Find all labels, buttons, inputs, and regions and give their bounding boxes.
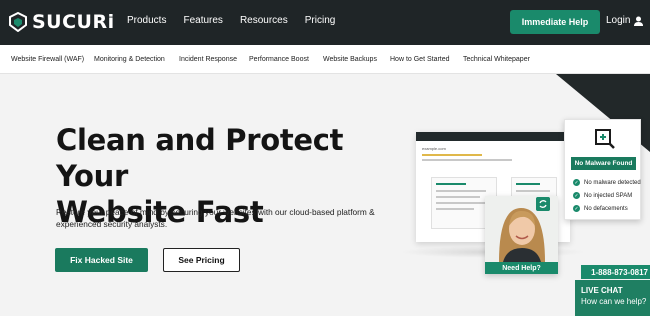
malware-status-card: No Malware Found ✓ No malware detected ✓ N… — [564, 119, 641, 220]
login-label: Login — [606, 15, 631, 26]
magnifier-icon — [595, 129, 615, 149]
nav-pricing[interactable]: Pricing — [305, 15, 336, 26]
hero-subtitle: Restore your peace of mind by securing y… — [56, 207, 375, 229]
secondary-nav: Website Firewall (WAF) Monitoring & Dete… — [0, 45, 650, 74]
hero-title-line1: Clean and Protect Your — [56, 123, 344, 193]
nav-features[interactable]: Features — [183, 15, 222, 26]
mock-body: example.com — [416, 141, 570, 168]
mock-toolbar — [416, 132, 570, 141]
subnav-monitoring[interactable]: Monitoring & Detection — [94, 56, 165, 63]
immediate-help-button[interactable]: Immediate Help — [510, 10, 600, 34]
subnav-performance-boost[interactable]: Performance Boost — [249, 56, 309, 63]
refresh-icon — [536, 197, 550, 211]
subnav-whitepaper[interactable]: Technical Whitepaper — [463, 56, 530, 63]
mock-line — [422, 159, 512, 161]
shield-logo-icon — [9, 12, 27, 32]
user-icon — [634, 16, 644, 26]
live-chat-title: LIVE CHAT — [581, 286, 623, 295]
fix-hacked-site-button[interactable]: Fix Hacked Site — [55, 248, 148, 272]
mock-alert — [422, 154, 482, 156]
no-malware-heading: No Malware Found — [571, 157, 636, 170]
status-item: ✓ No malware detected — [573, 179, 641, 186]
logo-text: SUCURi — [32, 11, 115, 33]
subnav-get-started[interactable]: How to Get Started — [390, 56, 450, 63]
check-icon: ✓ — [573, 192, 580, 199]
top-navbar: SUCURi Products Features Resources Prici… — [0, 0, 650, 45]
phone-number[interactable]: 1-888-873-0817 — [581, 265, 650, 279]
status-item: ✓ No injected SPAM — [573, 192, 633, 199]
sucuri-logo[interactable]: SUCURi — [8, 11, 115, 33]
need-help-label: Need Help? — [485, 262, 558, 274]
live-chat-subtitle: How can we help? — [581, 297, 647, 306]
check-icon: ✓ — [573, 179, 580, 186]
nav-products[interactable]: Products — [127, 15, 166, 26]
live-chat-widget[interactable]: LIVE CHAT How can we help? — [575, 280, 650, 316]
check-icon: ✓ — [573, 205, 580, 212]
see-pricing-button[interactable]: See Pricing — [163, 248, 240, 272]
mock-site-label: example.com — [422, 146, 446, 151]
subnav-website-backups[interactable]: Website Backups — [323, 56, 377, 63]
status-item: ✓ No defacements — [573, 205, 628, 212]
nav-resources[interactable]: Resources — [240, 15, 288, 26]
main-nav: Products Features Resources Pricing — [127, 15, 352, 26]
subnav-waf[interactable]: Website Firewall (WAF) — [11, 56, 84, 63]
login-link[interactable]: Login — [606, 15, 644, 26]
subnav-incident-response[interactable]: Incident Response — [179, 56, 237, 63]
